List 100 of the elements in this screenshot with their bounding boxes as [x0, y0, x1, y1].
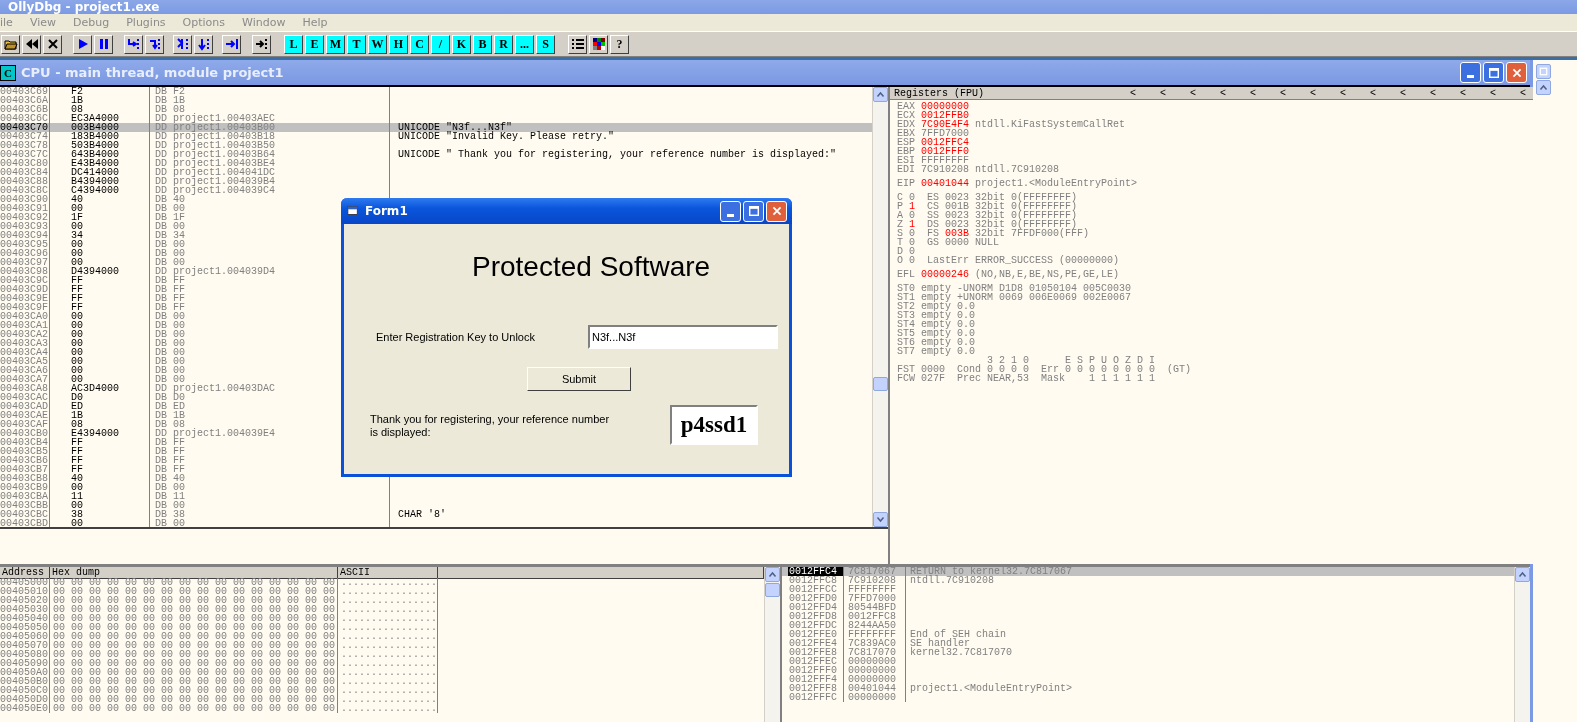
window-shortcut-button[interactable]: S [536, 34, 555, 54]
stack-row[interactable]: 0012FFC4 7C817067 RETURN to kernel32.7C817067 [782, 567, 1514, 576]
toolbar-button[interactable] [43, 34, 62, 54]
scrollbar[interactable] [872, 87, 888, 527]
scroll-down-button[interactable] [873, 512, 888, 527]
window-title: CPU - main thread, module project1 [21, 65, 285, 80]
collapse-arrow[interactable]: < [1400, 87, 1430, 99]
toolbar-button[interactable] [568, 34, 587, 54]
disassembly-row[interactable]: 00403C70 003B4000 DD project1.00403B00 UNICODE "N3f...N3f" [0, 123, 872, 132]
window-shortcut-button[interactable]: W [368, 34, 387, 54]
toolbar-button[interactable] [124, 34, 143, 54]
column-header[interactable]: Hex dump [50, 567, 338, 579]
scrollbar[interactable] [1514, 567, 1530, 722]
collapse-arrow[interactable]: < [1280, 87, 1310, 99]
ascii-cell: ................ [338, 668, 438, 677]
register-line: EDI 7C910208 ntdll.7C910208 [897, 165, 1060, 174]
collapse-arrow[interactable]: < [1310, 87, 1340, 99]
close-button[interactable] [766, 200, 787, 222]
collapse-arrow[interactable]: < [1190, 87, 1220, 99]
comment-cell-text: project1.<ModuleEntryPoint> [909, 684, 1074, 693]
toolbar-button[interactable] [252, 34, 271, 54]
collapse-arrow[interactable]: < [1460, 87, 1490, 99]
comment-cell-text: SE handler [909, 639, 970, 648]
collapse-arrow[interactable]: < [1160, 87, 1190, 99]
ascii-cell: ................ [338, 677, 438, 686]
register-line: EAX 00000000 [897, 102, 970, 111]
address-cell: 004050A0 [0, 668, 50, 677]
register-line: Z 1 DS 0023 32bit 0(FFFFFFFF) [897, 220, 1078, 229]
close-button[interactable] [1506, 62, 1527, 83]
ascii-cell: ................ [338, 578, 438, 587]
window-shortcut-button[interactable]: B [473, 34, 492, 54]
scroll-up-button[interactable] [1536, 80, 1551, 95]
maximize-button[interactable] [743, 200, 764, 222]
comment-cell-text: kernel32.7C817070 [909, 648, 1014, 657]
rewind-icon [24, 37, 39, 51]
form-icon [347, 205, 359, 217]
collapse-arrow[interactable]: < [1220, 87, 1250, 99]
scroll-up-button[interactable] [873, 87, 888, 102]
address-cell: 00405090 [0, 659, 50, 668]
collapse-arrow[interactable]: < [1370, 87, 1400, 99]
comment-cell-text: UNICODE " Thank you for registering, your reference number is displayed:" [397, 150, 838, 159]
window-shortcut-button[interactable]: / [431, 34, 450, 54]
address-cell: 00405040 [0, 614, 50, 623]
window-shortcut-button[interactable]: L [284, 34, 303, 54]
ascii-cell: ................ [338, 587, 438, 596]
scrollbar-thumb[interactable] [873, 377, 888, 391]
ascii-cell: ................ [338, 659, 438, 668]
scrollbar-thumb[interactable] [765, 583, 780, 597]
window-shortcut-button[interactable]: K [452, 34, 471, 54]
heading: Protected Software [472, 250, 711, 284]
submit-button[interactable]: Submit [527, 367, 631, 391]
collapse-arrow[interactable]: < [1250, 87, 1280, 99]
scroll-up-button[interactable] [1515, 567, 1530, 582]
register-line: EBX 7FFD7000 [897, 129, 969, 138]
ascii-cell: ................ [338, 596, 438, 605]
register-line: ST7 empty 0.0 [897, 347, 975, 356]
toolbar-button[interactable] [222, 34, 241, 54]
toolbar-button[interactable] [589, 34, 608, 54]
column-header[interactable]: Address [0, 567, 50, 579]
window-shortcut-button[interactable]: E [305, 34, 324, 54]
minimize-button[interactable] [1460, 62, 1481, 83]
ascii-cell: ................ [338, 704, 438, 713]
hex-cell: 00 00 00 00 00 00 00 00 00 00 00 00 00 00 00 00 [50, 659, 338, 668]
window-shortcut-button[interactable]: R [494, 34, 513, 54]
address-cell: 00405010 [0, 587, 50, 596]
toolbar-button[interactable] [173, 34, 192, 54]
collapse-arrow[interactable]: < [1130, 87, 1160, 99]
column-header[interactable]: ASCII [338, 567, 438, 579]
toolbar-button[interactable] [94, 34, 113, 54]
minimize-button[interactable] [720, 200, 741, 222]
ascii-cell: ................ [338, 623, 438, 632]
scroll-up-button[interactable] [765, 567, 780, 582]
register-line: ST0 empty -UNORM D1D8 01050104 005C0030 [897, 284, 1132, 293]
window-shortcut-button[interactable]: C [410, 34, 429, 54]
maximize-button[interactable] [1483, 62, 1504, 83]
window-shortcut-button[interactable]: ... [515, 34, 534, 54]
ascii-cell: ................ [338, 686, 438, 695]
address-cell: 00405080 [0, 650, 50, 659]
toolbar-button[interactable] [73, 34, 92, 54]
window-shortcut-button[interactable]: T [347, 34, 366, 54]
address-cell: 00405000 [0, 578, 50, 587]
register-line: P 1 CS 001B 32bit 0(FFFFFFFF) [897, 202, 1078, 211]
toolbar-button[interactable] [22, 34, 41, 54]
collapse-arrow[interactable]: < [1490, 87, 1520, 99]
restore-icon [1539, 67, 1548, 76]
step-icon [175, 37, 190, 51]
collapse-arrow[interactable]: < [1340, 87, 1370, 99]
toolbar-button[interactable] [194, 34, 213, 54]
collapse-arrow[interactable]: < [1430, 87, 1460, 99]
register-line: EFL 00000246 (NO,NB,E,BE,NS,PE,GE,LE) [897, 270, 1120, 279]
window-shortcut-button[interactable]: M [326, 34, 345, 54]
key-input-field[interactable]: N3f...N3f [587, 325, 778, 349]
register-line: S 0 FS 003B 32bit 7FFDF000(FFF) [897, 229, 1090, 238]
close-icon [45, 37, 60, 51]
hex-cell: 00 00 00 00 00 00 00 00 00 00 00 00 00 00 00 00 [50, 578, 338, 587]
toolbar-button[interactable] [1, 34, 20, 54]
toolbar-button[interactable] [145, 34, 164, 54]
window-shortcut-button[interactable]: H [389, 34, 408, 54]
scrollbar[interactable] [764, 567, 780, 722]
help-button[interactable]: ? [610, 34, 629, 54]
